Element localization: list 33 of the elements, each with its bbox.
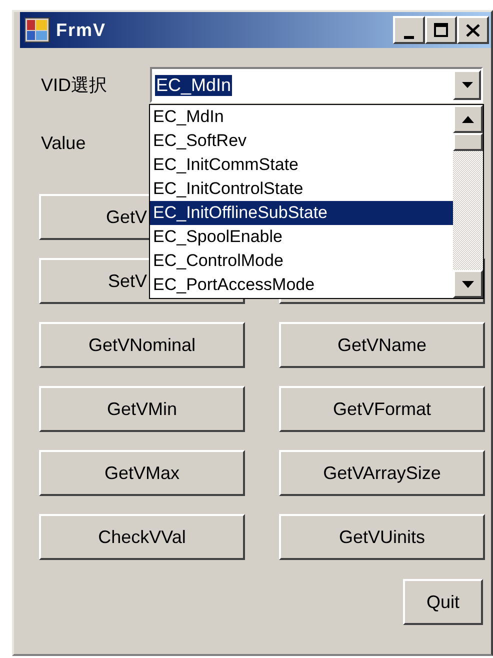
maximize-icon [434,23,448,37]
value-label: Value [41,132,87,154]
up-arrow-icon [462,116,474,122]
combo-value: EC_MdIn [155,74,232,96]
quit-button[interactable]: Quit [403,579,483,625]
action-button[interactable]: GetVArraySize [279,450,485,496]
vid-select-combo[interactable]: EC_MdIn [150,67,483,103]
action-button[interactable]: GetVMax [39,450,245,496]
action-button[interactable]: GetVNominal [39,322,245,368]
scroll-down-button[interactable] [453,270,483,298]
dropdown-item[interactable]: EC_SoftRev [150,129,453,153]
down-arrow-icon [462,280,474,288]
action-button[interactable]: GetVFormat [279,386,485,432]
minimize-button[interactable] [393,16,425,44]
close-button[interactable] [457,16,489,44]
scroll-thumb[interactable] [453,133,483,151]
action-button[interactable]: GetVUinits [279,514,485,560]
window-title: FrmV [56,20,108,40]
action-button[interactable]: GetVName [279,322,485,368]
app-icon [24,17,50,43]
vid-select-label: VID選択 [41,74,108,97]
scroll-up-button[interactable] [453,105,483,133]
dropdown-item[interactable]: EC_InitOfflineSubState [150,201,453,225]
dropdown-item[interactable]: EC_InitCommState [150,153,453,177]
dropdown-item[interactable]: EC_MdIn [150,105,453,129]
action-button[interactable]: CheckVVal [39,514,245,560]
scrollbar[interactable] [453,105,483,298]
minimize-icon [404,36,414,38]
close-icon [466,24,480,36]
action-button[interactable]: GetVMin [39,386,245,432]
dropdown-button[interactable] [453,70,481,100]
caret-icon [462,82,472,88]
maximize-button[interactable] [425,16,457,44]
